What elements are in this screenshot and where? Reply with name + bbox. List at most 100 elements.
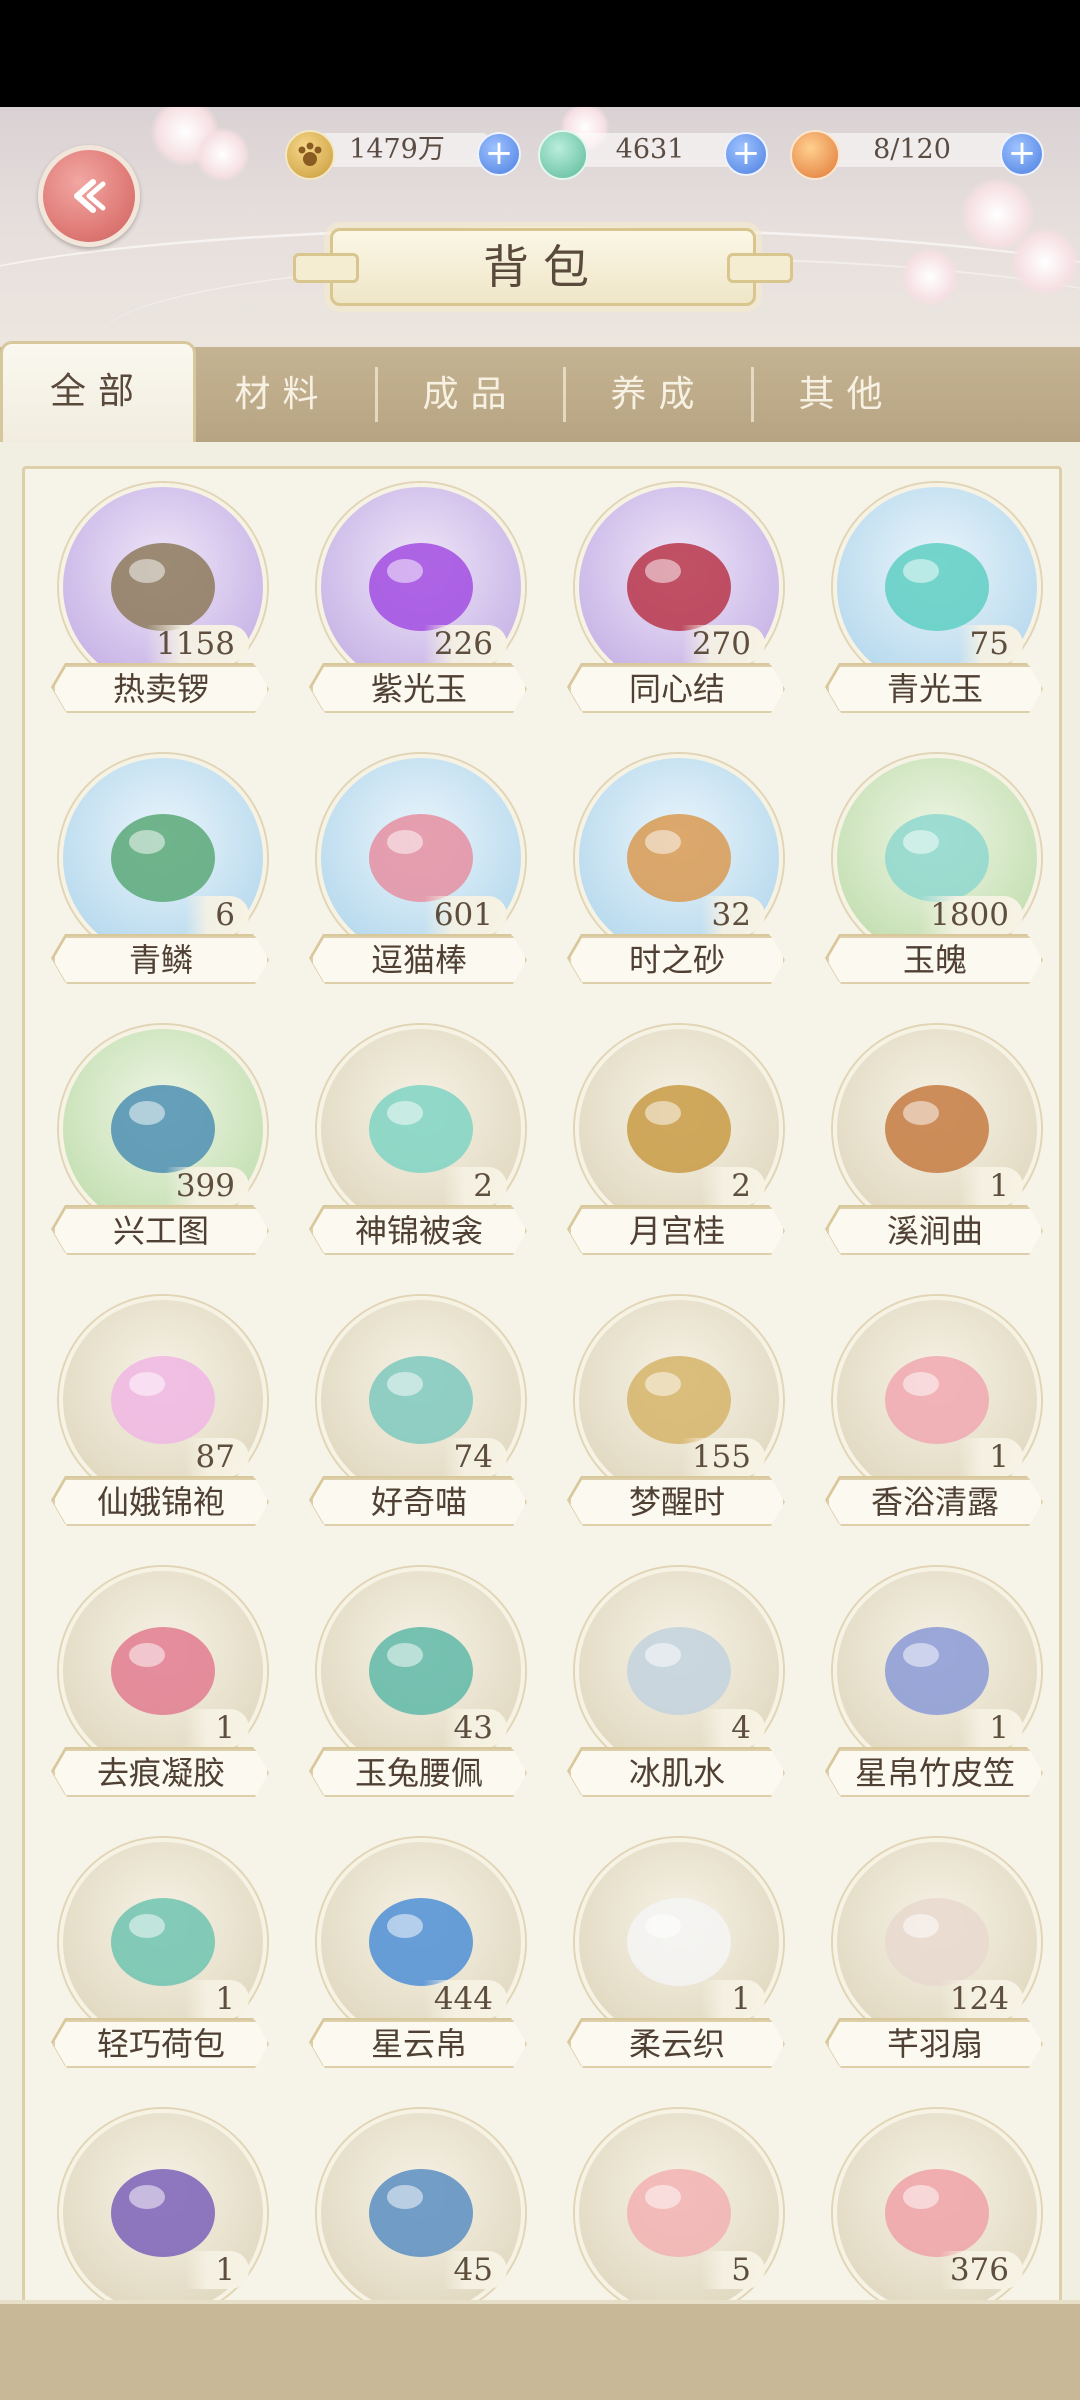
item-count: 1800 [920, 896, 1023, 934]
item-count: 1 [185, 1709, 249, 1747]
item-name: 玉兔腰佩 [311, 1749, 527, 1797]
resource-coins: 1479万 + [285, 130, 525, 180]
item-name: 芊羽扇 [827, 2020, 1043, 2068]
inventory-item[interactable]: 1 轻巧荷包 [39, 1838, 279, 2088]
item-name: 轻巧荷包 [53, 2020, 269, 2068]
item-count: 1158 [146, 625, 249, 663]
item-count: 376 [939, 2251, 1023, 2289]
inventory-grid: 1158 热卖锣 226 紫光玉 270 同心结 75 青光玉 6 青鳞 601 逗猫棒 32 时之砂 18… [22, 466, 1062, 2306]
tab-cultivation[interactable]: 养成 [566, 347, 751, 442]
item-count: 1 [959, 1438, 1023, 1476]
inventory-item[interactable]: 1 星帛竹皮笠 [813, 1567, 1053, 1817]
item-count: 87 [185, 1438, 249, 1476]
item-count: 1 [185, 1980, 249, 2018]
inventory-item[interactable]: 74 好奇喵 [297, 1296, 537, 1546]
inventory-item[interactable]: 601 逗猫棒 [297, 754, 537, 1004]
item-name: 星云帛 [311, 2020, 527, 2068]
bottom-bar [0, 2300, 1080, 2400]
inventory-item[interactable]: 6 青鳞 [39, 754, 279, 1004]
item-name: 玉魄 [827, 936, 1043, 984]
item-count: 1 [959, 1167, 1023, 1205]
item-count: 1 [701, 1980, 765, 2018]
item-name: 柔云织 [569, 2020, 785, 2068]
item-count: 399 [165, 1167, 249, 1205]
inventory-item[interactable]: 1 柔云织 [555, 1838, 795, 2088]
add-coins-button[interactable]: + [477, 132, 521, 176]
inventory-item[interactable]: 1 [39, 2109, 279, 2303]
item-name: 兴工图 [53, 1207, 269, 1255]
tab-all[interactable]: 全部 [0, 341, 196, 445]
tab-products[interactable]: 成品 [378, 347, 563, 442]
inventory-item[interactable]: 75 青光玉 [813, 483, 1053, 733]
item-count: 2 [701, 1167, 765, 1205]
item-name: 时之砂 [569, 936, 785, 984]
item-name: 香浴清露 [827, 1478, 1043, 1526]
tab-materials[interactable]: 材料 [190, 347, 375, 442]
inventory-item[interactable]: 5 [555, 2109, 795, 2303]
item-count: 226 [423, 625, 507, 663]
add-jade-button[interactable]: + [724, 132, 768, 176]
category-tabs: 全部 材料 成品 养成 其他 [0, 341, 1080, 445]
item-count: 5 [701, 2251, 765, 2289]
item-count: 601 [423, 896, 507, 934]
status-bar [0, 0, 1080, 107]
item-name: 仙娥锦袍 [53, 1478, 269, 1526]
add-food-button[interactable]: + [1000, 132, 1044, 176]
blossom-decoration [900, 247, 960, 307]
back-arrow-icon [74, 179, 106, 213]
inventory-item[interactable]: 87 仙娥锦袍 [39, 1296, 279, 1546]
inventory-item[interactable]: 124 芊羽扇 [813, 1838, 1053, 2088]
inventory-content: 1158 热卖锣 226 紫光玉 270 同心结 75 青光玉 6 青鳞 601 逗猫棒 32 时之砂 18… [0, 442, 1080, 2306]
item-name: 神锦被衾 [311, 1207, 527, 1255]
inventory-item[interactable]: 4 冰肌水 [555, 1567, 795, 1817]
item-name: 好奇喵 [311, 1478, 527, 1526]
inventory-item[interactable]: 45 [297, 2109, 537, 2303]
tab-other[interactable]: 其他 [754, 347, 939, 442]
item-name: 紫光玉 [311, 665, 527, 713]
inventory-item[interactable]: 32 时之砂 [555, 754, 795, 1004]
inventory-item[interactable]: 43 玉兔腰佩 [297, 1567, 537, 1817]
item-name: 星帛竹皮笠 [827, 1749, 1043, 1797]
food-bowl-icon [790, 130, 840, 180]
inventory-item[interactable]: 1800 玉魄 [813, 754, 1053, 1004]
item-name: 逗猫棒 [311, 936, 527, 984]
back-button[interactable] [38, 145, 140, 247]
item-name: 同心结 [569, 665, 785, 713]
jade-gem-icon [538, 130, 588, 180]
item-name: 梦醒时 [569, 1478, 785, 1526]
item-count: 4 [701, 1709, 765, 1747]
item-count: 270 [681, 625, 765, 663]
inventory-item[interactable]: 2 月宫桂 [555, 1025, 795, 1275]
inventory-item[interactable]: 1 去痕凝胶 [39, 1567, 279, 1817]
item-count: 124 [939, 1980, 1023, 2018]
inventory-item[interactable]: 1 香浴清露 [813, 1296, 1053, 1546]
resource-food: 8/120 + [790, 130, 1050, 180]
blossom-decoration [1010, 227, 1080, 297]
inventory-item[interactable]: 2 神锦被衾 [297, 1025, 537, 1275]
item-count: 444 [423, 1980, 507, 2018]
blossom-decoration [195, 127, 250, 182]
inventory-item[interactable]: 1 溪涧曲 [813, 1025, 1053, 1275]
item-name: 溪涧曲 [827, 1207, 1043, 1255]
item-name: 青鳞 [53, 936, 269, 984]
resource-jade: 4631 + [538, 130, 778, 180]
item-count: 6 [185, 896, 249, 934]
inventory-item[interactable]: 376 [813, 2109, 1053, 2303]
inventory-item[interactable]: 399 兴工图 [39, 1025, 279, 1275]
item-count: 75 [959, 625, 1023, 663]
inventory-item[interactable]: 270 同心结 [555, 483, 795, 733]
inventory-item[interactable]: 444 星云帛 [297, 1838, 537, 2088]
item-name: 冰肌水 [569, 1749, 785, 1797]
inventory-item[interactable]: 155 梦醒时 [555, 1296, 795, 1546]
item-name: 青光玉 [827, 665, 1043, 713]
item-count: 1 [959, 1709, 1023, 1747]
item-name: 热卖锣 [53, 665, 269, 713]
page-title: 背包 [293, 228, 793, 306]
paw-coin-icon [285, 130, 335, 180]
inventory-item[interactable]: 1158 热卖锣 [39, 483, 279, 733]
item-count: 45 [443, 2251, 507, 2289]
item-count: 1 [185, 2251, 249, 2289]
resource-food-value: 8/120 [812, 133, 1012, 167]
item-count: 32 [701, 896, 765, 934]
inventory-item[interactable]: 226 紫光玉 [297, 483, 537, 733]
